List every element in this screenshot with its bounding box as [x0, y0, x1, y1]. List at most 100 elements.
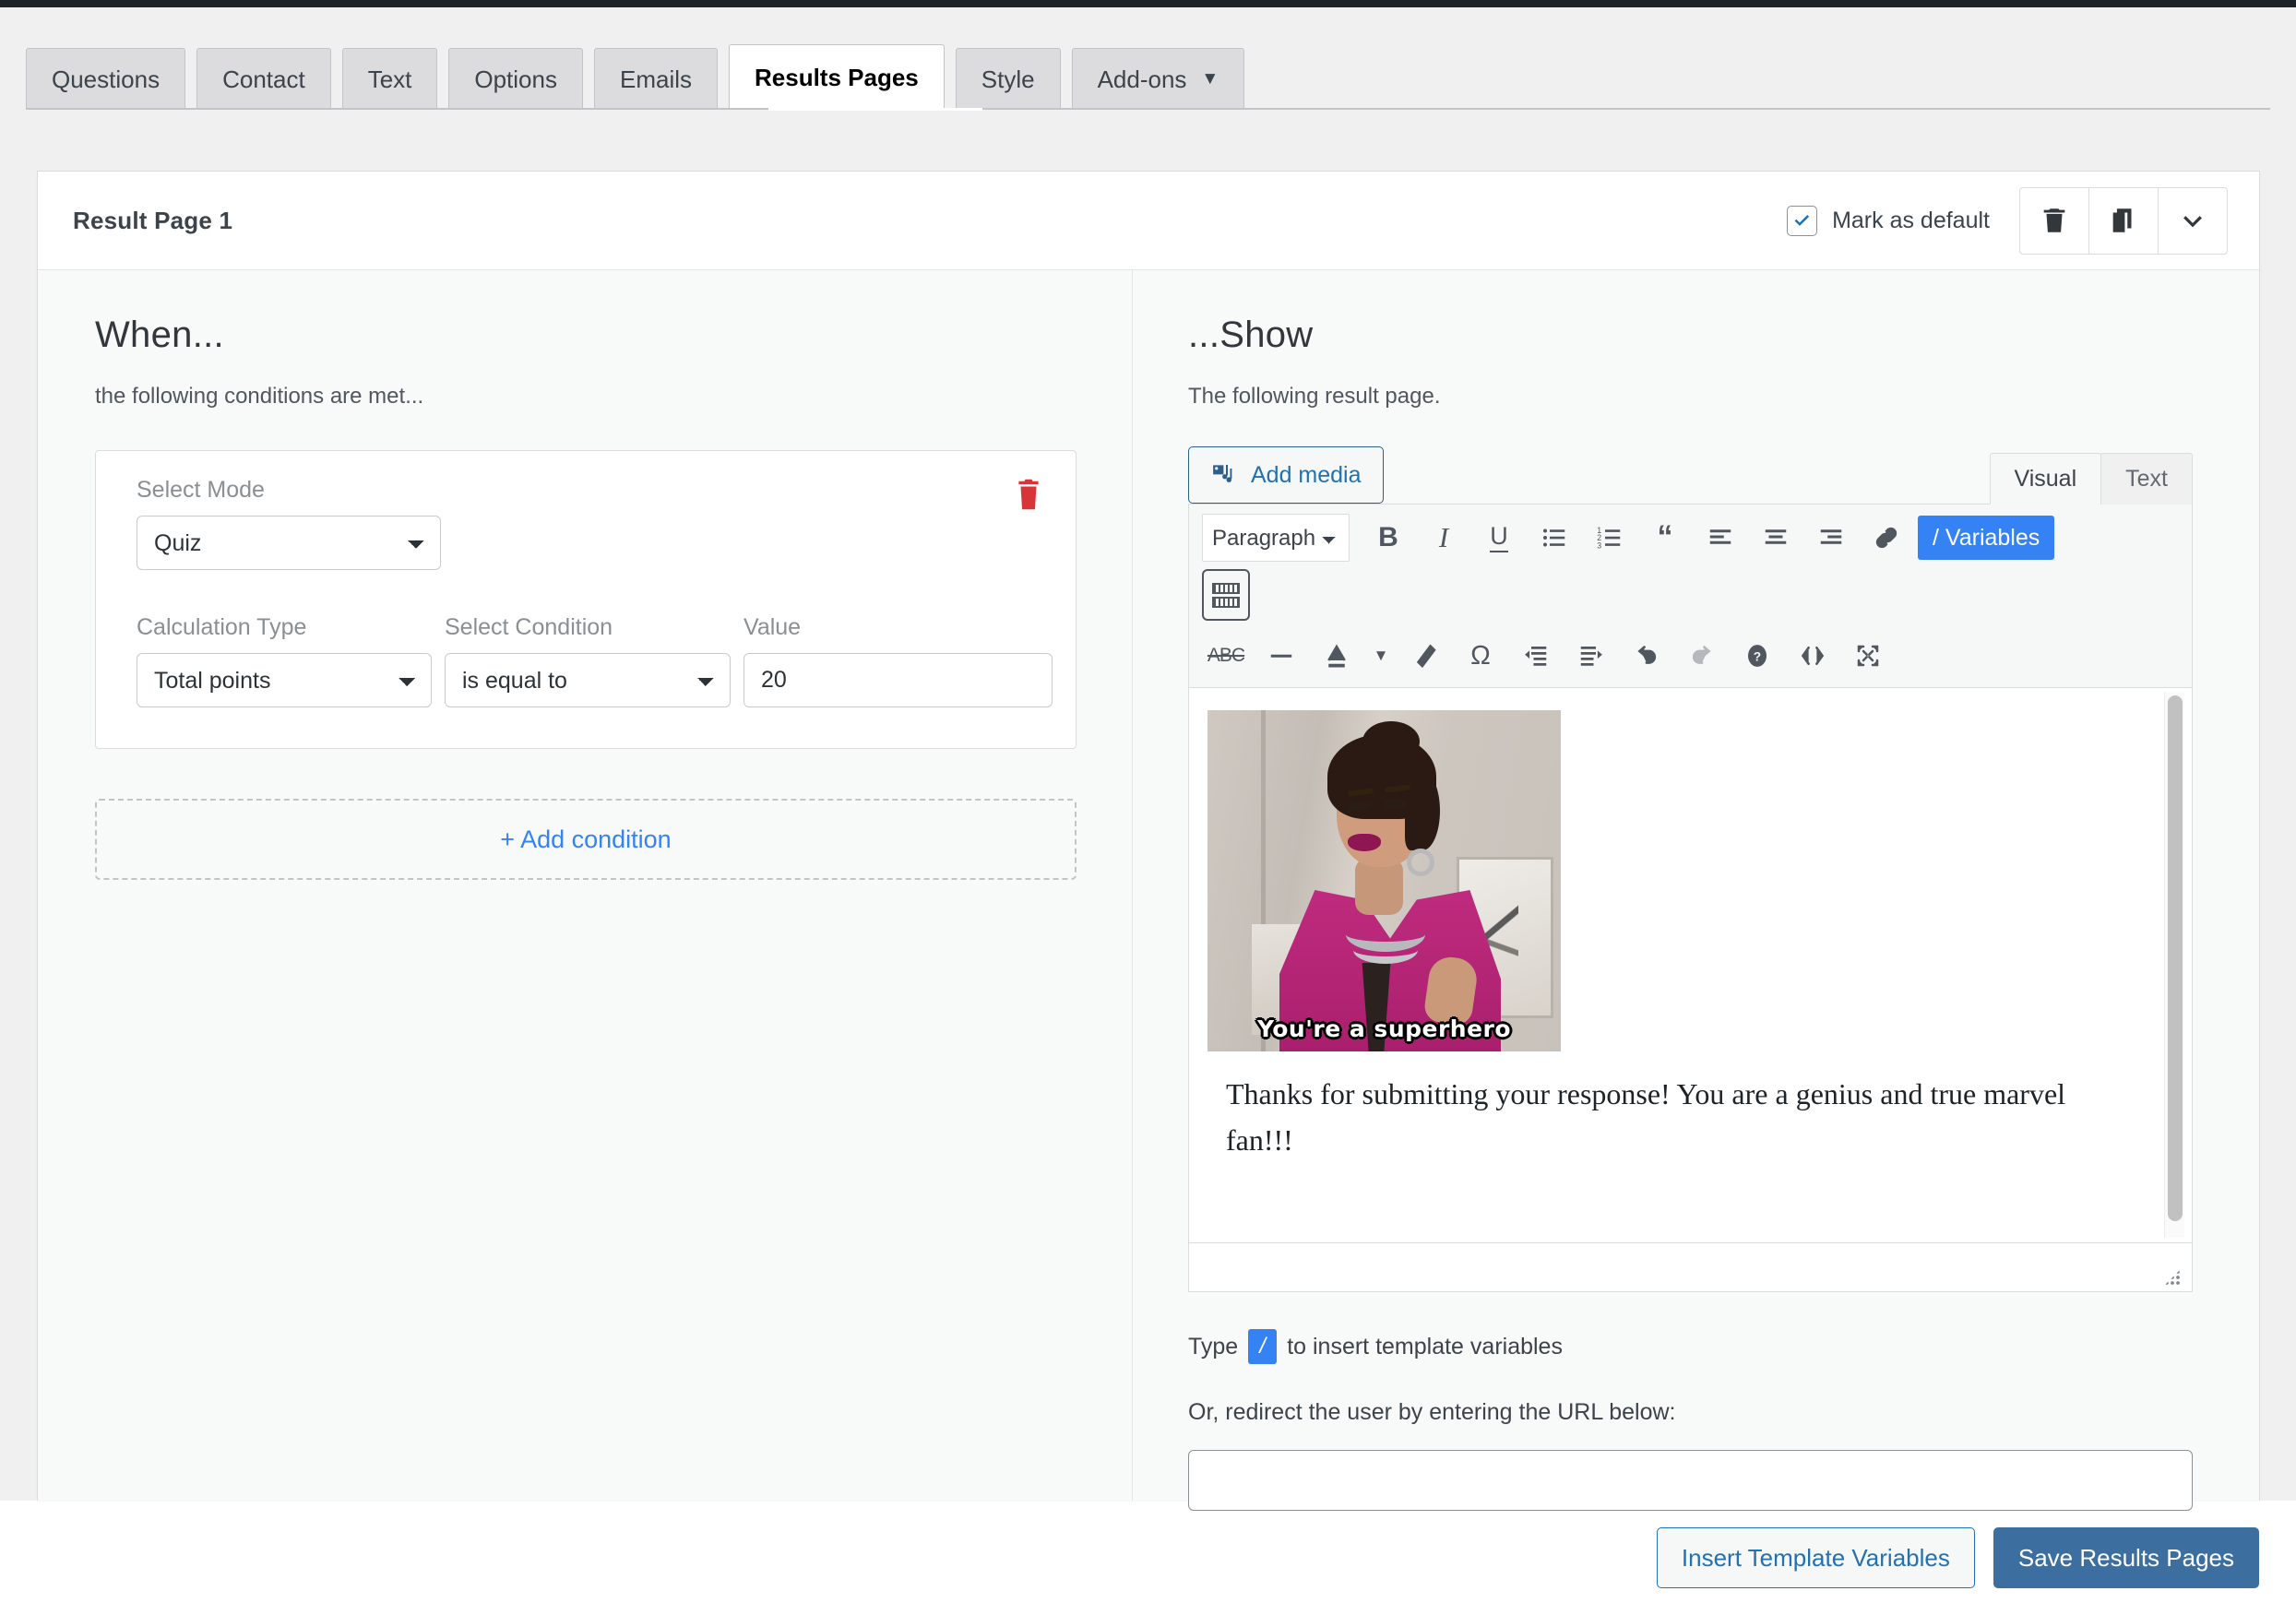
editor-toolbar-row-2: ABC ▼ Ω ?	[1202, 632, 2179, 680]
value-label: Value	[744, 614, 802, 640]
tab-contact[interactable]: Contact	[196, 48, 331, 109]
select-mode-field: Select Mode Quiz	[137, 477, 1022, 570]
tab-questions[interactable]: Questions	[26, 48, 186, 109]
add-media-button[interactable]: Add media	[1188, 446, 1384, 504]
tab-text[interactable]: Text	[341, 48, 438, 109]
trash-icon	[1018, 479, 1039, 510]
tab-label: Results Pages	[755, 63, 919, 91]
redirect-url-input[interactable]	[1188, 1450, 2193, 1511]
show-subtitle: The following result page.	[1188, 384, 1441, 409]
editor-resize-handle[interactable]	[2164, 1269, 2181, 1286]
redirect-url-label: Or, redirect the user by entering the UR…	[1188, 1399, 1676, 1425]
editor-content-area[interactable]: You're a superhero Thanks for submitting…	[1189, 688, 2192, 1243]
value-field: Value	[744, 614, 1053, 707]
align-left-icon[interactable]	[1696, 514, 1744, 562]
calculation-type-dropdown[interactable]: Total points	[137, 653, 432, 707]
result-image[interactable]: You're a superhero	[1207, 710, 1561, 1051]
delete-result-page-button[interactable]	[2019, 186, 2089, 255]
text-color-icon[interactable]	[1313, 632, 1361, 680]
select-mode-dropdown[interactable]: Quiz	[137, 516, 441, 570]
align-right-icon[interactable]	[1807, 514, 1855, 562]
tab-label: Contact	[222, 65, 305, 93]
tab-text-editor[interactable]: Text	[2100, 453, 2193, 505]
show-panel: ...Show The following result page. Add m…	[1133, 270, 2259, 1511]
mark-as-default-control[interactable]: Mark as default	[1787, 205, 1990, 236]
text-color-dropdown-icon[interactable]: ▼	[1368, 632, 1394, 680]
insert-variables-label: / Variables	[1933, 524, 2040, 551]
select-condition-dropdown[interactable]: is equal to	[445, 653, 731, 707]
show-heading: ...Show	[1188, 315, 1314, 355]
tab-visual[interactable]: Visual	[1989, 453, 2102, 505]
tab-emails[interactable]: Emails	[593, 48, 718, 109]
italic-icon[interactable]: I	[1420, 514, 1468, 562]
underline-icon[interactable]: U	[1475, 514, 1523, 562]
delete-condition-button[interactable]	[1013, 477, 1044, 517]
add-condition-label: + Add condition	[500, 825, 672, 853]
image-eye	[1349, 802, 1371, 811]
bold-icon[interactable]: B	[1364, 514, 1412, 562]
template-variable-hint: Type / to insert template variables	[1188, 1329, 2193, 1364]
tab-label: Text	[367, 65, 412, 93]
add-condition-button[interactable]: + Add condition	[95, 799, 1077, 880]
tab-label: Options	[474, 65, 557, 93]
admin-bar-edge	[0, 0, 2296, 7]
increase-indent-icon[interactable]	[1567, 632, 1615, 680]
select-mode-label: Select Mode	[137, 477, 265, 503]
tab-label: Emails	[619, 65, 692, 93]
when-heading: When...	[95, 315, 224, 355]
checkmark-icon	[1794, 214, 1810, 226]
hint-prefix: Type	[1188, 1333, 1239, 1360]
redo-icon[interactable]	[1678, 632, 1726, 680]
select-condition-field: Select Condition is equal to	[445, 614, 731, 707]
blockquote-icon[interactable]: “	[1641, 514, 1689, 562]
editor-scrollbar-thumb[interactable]	[2168, 695, 2183, 1221]
source-code-icon[interactable]	[1789, 632, 1837, 680]
quiz-results-pages-screen: Questions Contact Text Options Emails Re…	[0, 0, 2296, 1603]
caret-down-icon: ▼	[1201, 69, 1219, 89]
mark-as-default-checkbox[interactable]	[1787, 205, 1818, 236]
editor-content-inner: You're a superhero Thanks for submitting…	[1189, 688, 2192, 1163]
strikethrough-icon[interactable]: ABC	[1202, 632, 1250, 680]
header-actions: Mark as default	[1787, 186, 2228, 255]
result-page-body: When... the following conditions are met…	[38, 270, 2259, 1511]
active-tab-underline-gap	[768, 108, 982, 111]
image-lips	[1348, 834, 1381, 851]
calculation-type-label: Calculation Type	[137, 614, 307, 640]
button-label: Save Results Pages	[2017, 1543, 2234, 1572]
result-page-header: Result Page 1 Mark as default	[38, 172, 2259, 270]
bulleted-list-icon[interactable]	[1530, 514, 1578, 562]
value-input[interactable]	[744, 653, 1053, 707]
clear-formatting-icon[interactable]	[1401, 632, 1449, 680]
tab-add-ons[interactable]: Add-ons ▼	[1071, 48, 1245, 109]
collapse-result-page-button[interactable]	[2158, 186, 2228, 255]
editor-body-text[interactable]: Thanks for submitting your response! You…	[1207, 1051, 2158, 1163]
tab-label: Text	[2125, 466, 2168, 492]
editor-toolbar-toggle-row	[1202, 569, 2179, 624]
tab-options[interactable]: Options	[448, 48, 583, 109]
svg-text:?: ?	[1754, 650, 1761, 664]
button-label: Insert Template Variables	[1681, 1543, 1950, 1572]
copy-icon	[2112, 208, 2132, 232]
paragraph-format-dropdown[interactable]: Paragraph	[1202, 514, 1350, 562]
insert-template-variables-button[interactable]: Insert Template Variables	[1656, 1527, 1975, 1588]
special-character-icon[interactable]: Ω	[1457, 632, 1505, 680]
keyboard-shortcuts-icon[interactable]: ?	[1733, 632, 1781, 680]
toolbar-toggle-icon[interactable]	[1202, 569, 1250, 621]
insert-link-icon[interactable]	[1862, 514, 1910, 562]
tab-results-pages[interactable]: Results Pages	[729, 44, 945, 109]
undo-icon[interactable]	[1623, 632, 1671, 680]
insert-variables-button[interactable]: / Variables	[1918, 516, 2055, 560]
numbered-list-icon[interactable]: 123	[1586, 514, 1634, 562]
duplicate-result-page-button[interactable]	[2088, 186, 2159, 255]
footer-actions: Insert Template Variables Save Results P…	[1656, 1527, 2259, 1588]
image-hair-side	[1405, 771, 1440, 850]
fullscreen-icon[interactable]	[1844, 632, 1892, 680]
save-results-pages-button[interactable]: Save Results Pages	[1993, 1527, 2259, 1588]
editor-scrollbar[interactable]	[2164, 692, 2184, 1238]
decrease-indent-icon[interactable]	[1512, 632, 1560, 680]
svg-text:3: 3	[1597, 540, 1601, 550]
rich-text-editor: Paragraph B I U 123 “ / Variables ABC ▼ …	[1188, 504, 2193, 1292]
align-center-icon[interactable]	[1752, 514, 1800, 562]
horizontal-rule-icon[interactable]	[1257, 632, 1305, 680]
tab-style[interactable]: Style	[955, 48, 1061, 109]
